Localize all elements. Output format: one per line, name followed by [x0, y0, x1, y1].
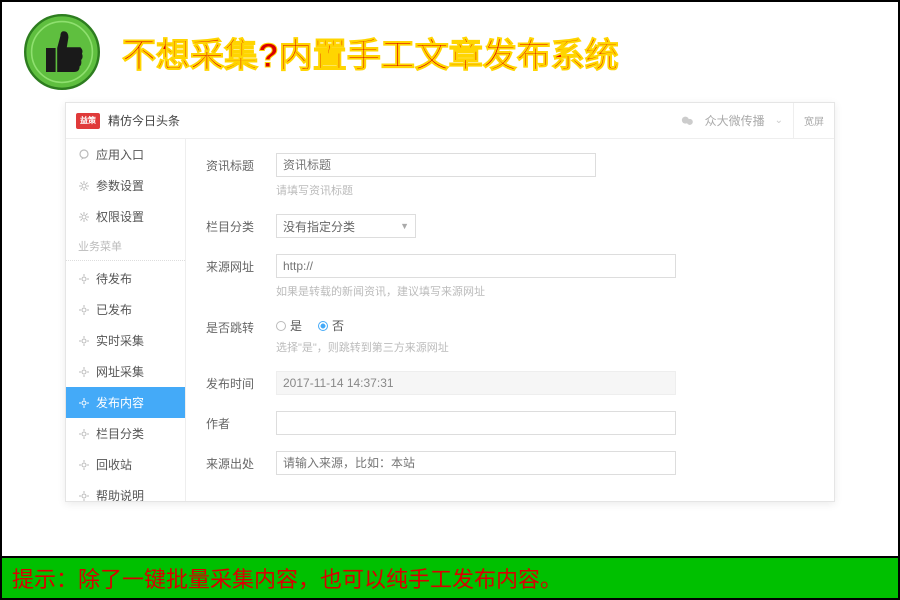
sidebar-section-header: 业务菜单 [66, 232, 185, 261]
sidebar-label: 参数设置 [96, 177, 144, 194]
sidebar-label: 应用入口 [96, 146, 144, 163]
sidebar-label: 栏目分类 [96, 425, 144, 442]
sidebar-label: 实时采集 [96, 332, 144, 349]
banner-title: 不想采集?内置手工文章发布系统 [122, 28, 619, 77]
sidebar-item-url-collect[interactable]: 网址采集 [66, 356, 185, 387]
widescreen-button[interactable]: 宽屏 [793, 103, 824, 139]
chevron-down-icon[interactable]: ⌄ [775, 115, 783, 126]
source-url-hint: 如果是转载的新闻资讯，建议填写来源网址 [276, 283, 814, 299]
title-hint: 请填写资讯标题 [276, 182, 814, 198]
header-right: 众大微传播 ⌄ 宽屏 [681, 103, 824, 139]
gear-icon [78, 335, 90, 347]
sidebar-item-pending[interactable]: 待发布 [66, 263, 185, 294]
label-source-url: 来源网址 [206, 254, 276, 299]
gear-icon [78, 459, 90, 471]
label-source: 来源出处 [206, 451, 276, 475]
sidebar-item-params[interactable]: 参数设置 [66, 170, 185, 201]
author-input[interactable] [276, 411, 676, 435]
gear-icon [78, 211, 90, 223]
label-title: 资讯标题 [206, 153, 276, 198]
radio-icon [318, 321, 328, 331]
sidebar-label: 权限设置 [96, 208, 144, 225]
sidebar-item-realtime[interactable]: 实时采集 [66, 325, 185, 356]
sidebar-label: 发布内容 [96, 394, 144, 411]
sidebar-item-published[interactable]: 已发布 [66, 294, 185, 325]
label-author: 作者 [206, 411, 276, 435]
sidebar-label: 待发布 [96, 270, 132, 287]
category-select[interactable]: 没有指定分类 ▼ [276, 214, 416, 238]
radio-icon [276, 321, 286, 331]
title-input[interactable] [276, 153, 596, 177]
sidebar-item-permission[interactable]: 权限设置 [66, 201, 185, 232]
sidebar-label: 帮助说明 [96, 487, 144, 501]
label-category: 栏目分类 [206, 214, 276, 238]
sidebar-label: 回收站 [96, 456, 132, 473]
sidebar-item-publish-content[interactable]: 发布内容 [66, 387, 185, 418]
label-redirect: 是否跳转 [206, 315, 276, 355]
gear-icon [78, 490, 90, 502]
thumbs-up-icon [22, 12, 102, 92]
app-title: 精仿今日头条 [108, 112, 673, 129]
category-value: 没有指定分类 [283, 218, 355, 235]
footer-tip: 提示：除了一键批量采集内容，也可以纯手工发布内容。 [2, 556, 898, 598]
source-input[interactable] [276, 451, 676, 475]
gear-icon [78, 397, 90, 409]
form-content: 资讯标题 请填写资讯标题 栏目分类 没有指定分类 ▼ 来源网址 [186, 139, 834, 501]
source-url-input[interactable] [276, 254, 676, 278]
sidebar-label: 已发布 [96, 301, 132, 318]
sidebar-item-help[interactable]: 帮助说明 [66, 480, 185, 501]
gear-icon [78, 428, 90, 440]
gear-icon [78, 366, 90, 378]
label-publish-time: 发布时间 [206, 371, 276, 395]
sidebar-label: 网址采集 [96, 363, 144, 380]
app-window: 益策 精仿今日头条 众大微传播 ⌄ 宽屏 应用入口 参数设置 权限设置 业务菜单… [65, 102, 835, 502]
gear-icon [78, 273, 90, 285]
bubble-icon [78, 149, 90, 161]
radio-no[interactable]: 否 [318, 317, 344, 334]
redirect-hint: 选择"是"，则跳转到第三方来源网址 [276, 339, 814, 355]
app-logo: 益策 [76, 113, 100, 129]
app-header: 益策 精仿今日头条 众大微传播 ⌄ 宽屏 [66, 103, 834, 139]
radio-yes[interactable]: 是 [276, 317, 302, 334]
publish-time-field[interactable]: 2017-11-14 14:37:31 [276, 371, 676, 395]
gear-icon [78, 304, 90, 316]
radio-no-label: 否 [332, 317, 344, 334]
broadcast-label[interactable]: 众大微传播 [705, 112, 765, 129]
radio-yes-label: 是 [290, 317, 302, 334]
gear-icon [78, 180, 90, 192]
promo-banner: 不想采集?内置手工文章发布系统 [2, 2, 898, 102]
wechat-icon [681, 114, 695, 128]
sidebar-item-app-entry[interactable]: 应用入口 [66, 139, 185, 170]
sidebar-item-recycle[interactable]: 回收站 [66, 449, 185, 480]
sidebar: 应用入口 参数设置 权限设置 业务菜单 待发布 已发布 实时采集 网址采集 发布… [66, 139, 186, 501]
chevron-down-icon: ▼ [400, 221, 409, 231]
sidebar-item-category[interactable]: 栏目分类 [66, 418, 185, 449]
